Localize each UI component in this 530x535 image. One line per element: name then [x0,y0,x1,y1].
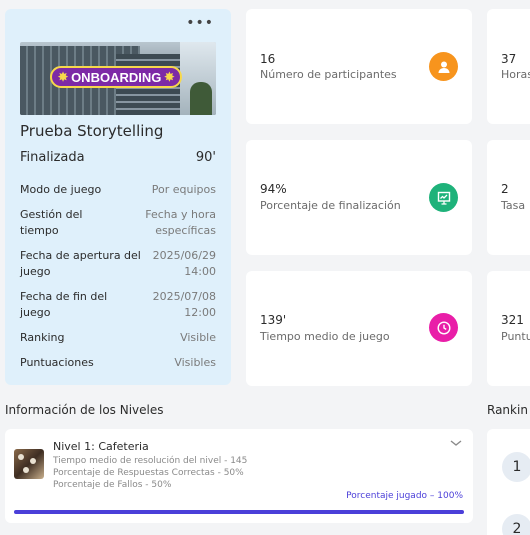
game-status: Finalizada [20,150,85,165]
detail-value: 2025/06/29 14:00 [152,249,216,278]
level-stat-line: Porcentaje de Respuestas Correctas - 50% [53,468,244,478]
clock-icon [429,313,458,342]
detail-value: Visibles [174,356,216,369]
more-options-icon[interactable]: ••• [186,16,214,30]
star-icon: ✸ [58,70,69,84]
game-title: Prueba Storytelling [20,122,164,140]
level-card[interactable]: Nivel 1: Cafeteria Tiempo medio de resol… [5,429,473,523]
detail-key: Fecha de fin del juego [20,290,108,319]
stat-card-completion: 94% Porcentaje de finalización [246,140,472,255]
played-progress-bar [14,510,464,514]
ranking-card: 1 2 [487,429,530,535]
star-icon: ✸ [164,70,175,84]
level-thumbnail [14,449,44,479]
stat-value: 139' [260,313,287,327]
rank-position: 2 [502,514,530,535]
stat-card-score: 321 Puntu [487,271,530,386]
detail-row: Puntuaciones Visibles [20,355,216,371]
stat-value: 37 [501,52,517,66]
detail-row: Modo de juego Por equipos [20,182,216,198]
detail-key: Modo de juego [20,183,102,196]
detail-value: 2025/07/08 12:00 [152,290,216,319]
rank-position: 1 [502,452,530,482]
detail-row: Fecha de fin del juego 2025/07/08 12:00 [20,289,216,321]
chevron-down-icon[interactable] [449,438,463,448]
levels-section-title: Información de los Niveles [5,403,164,417]
stat-card-rate: 2 Tasa [487,140,530,255]
onboarding-badge: ✸ ONBOARDING ✸ [50,66,183,88]
detail-row: Gestión del tiempo Fecha y hora específi… [20,207,216,239]
stat-card-participants: 16 Número de participantes [246,9,472,124]
detail-row: Ranking Visible [20,330,216,346]
stat-label: Porcentaje de finalización [260,199,401,212]
stat-label: Número de participantes [260,68,397,81]
game-info-card: ••• ✸ ONBOARDING ✸ Prueba Storytelling F… [5,9,231,385]
badge-label: ONBOARDING [71,69,162,85]
ranking-section-title: Rankin [487,403,528,417]
detail-key: Puntuaciones [20,356,94,369]
stat-value: 94% [260,182,287,196]
detail-value: Por equipos [151,183,216,196]
presentation-icon [429,183,458,212]
detail-key: Fecha de apertura del juego [20,249,141,278]
stat-value: 321 [501,313,524,327]
stat-label: Puntu [501,330,530,343]
level-stat-line: Porcentaje de Fallos - 50% [53,480,172,490]
stat-label: Tiempo medio de juego [260,330,390,343]
stat-card-hours: 37 Horas [487,9,530,124]
detail-key: Gestión del tiempo [20,208,83,237]
level-name: Nivel 1: Cafeteria [53,440,149,453]
detail-row: Fecha de apertura del juego 2025/06/29 1… [20,248,216,280]
game-duration: 90' [195,150,216,165]
stat-value: 2 [501,182,509,196]
detail-value: Visible [180,331,216,344]
level-stat-line: Tiempo medio de resolución del nivel - 1… [53,456,248,466]
played-percentage: Porcentaje jugado – 100% [346,491,463,501]
stat-label: Tasa [501,199,526,212]
game-thumbnail: ✸ ONBOARDING ✸ [20,42,216,115]
detail-key: Ranking [20,331,65,344]
detail-value: Fecha y hora específicas [145,208,216,237]
stat-card-avg-time: 139' Tiempo medio de juego [246,271,472,386]
participants-icon [429,52,458,81]
stat-label: Horas [501,68,530,81]
stat-value: 16 [260,52,276,66]
progress-fill [14,510,464,514]
